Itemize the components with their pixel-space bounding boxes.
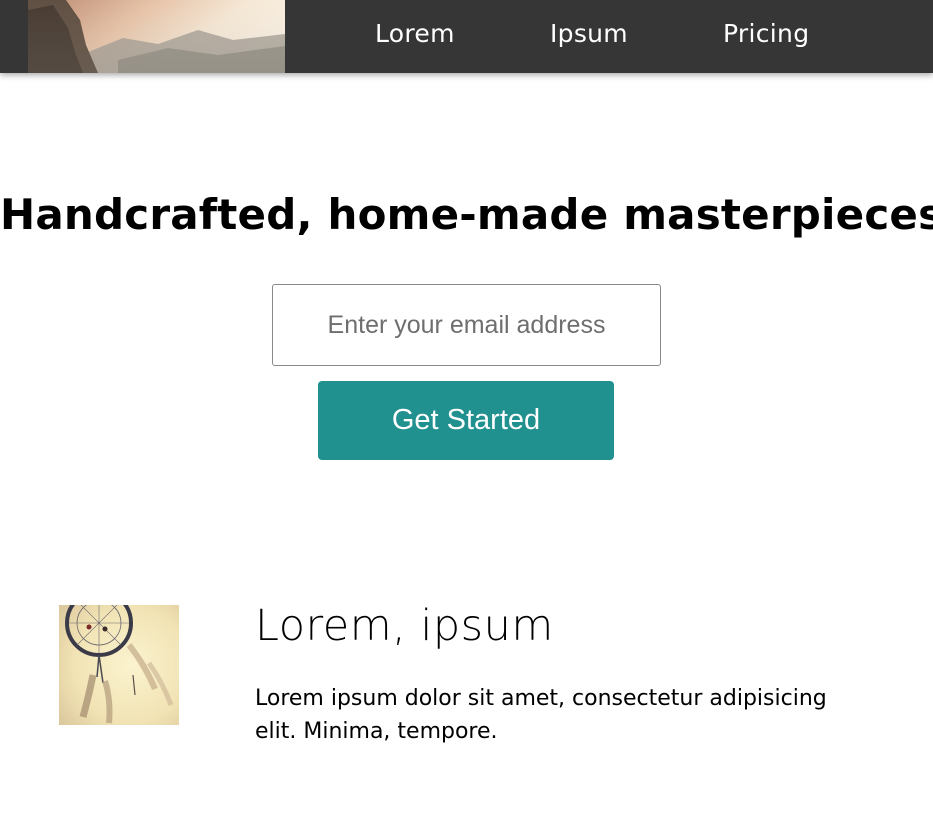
site-header: Lorem Ipsum Pricing (0, 0, 933, 73)
main-nav: Lorem Ipsum Pricing (0, 0, 933, 73)
feature-description: Lorem ipsum dolor sit amet, consectetur … (255, 686, 827, 744)
hero-title: Handcrafted, home-made masterpieces (0, 190, 933, 239)
get-started-button[interactable]: Get Started (318, 381, 614, 460)
dreamcatcher-icon (59, 605, 179, 725)
feature-title: Lorem, ipsum (255, 601, 554, 651)
nav-item-ipsum[interactable]: Ipsum (550, 19, 628, 48)
nav-item-lorem[interactable]: Lorem (375, 19, 455, 48)
nav-item-pricing[interactable]: Pricing (723, 19, 809, 48)
email-input[interactable] (272, 284, 661, 366)
dreamcatcher-image (59, 605, 179, 725)
